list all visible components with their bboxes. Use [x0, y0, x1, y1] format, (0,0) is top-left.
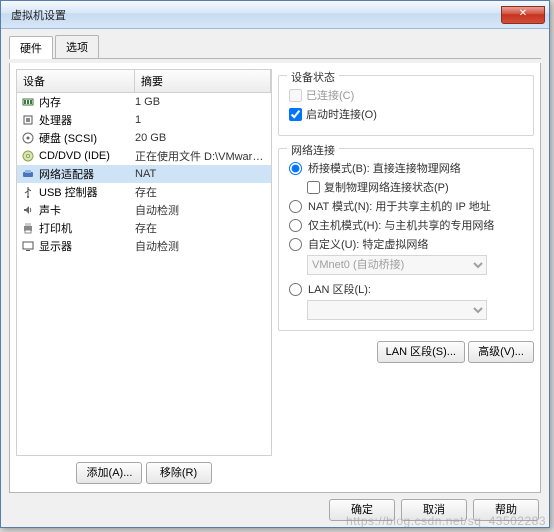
group-network-connection: 网络连接 桥接模式(B): 直接连接物理网络 复制物理网络连接状态(P) NAT… — [278, 148, 534, 331]
display-icon — [21, 239, 35, 253]
radio-custom-line[interactable]: 自定义(U): 特定虚拟网络 — [289, 236, 523, 252]
radio-bridged-label: 桥接模式(B): 直接连接物理网络 — [308, 160, 461, 176]
device-name: 硬盘 (SCSI) — [39, 130, 135, 146]
device-list-container: 设备 摘要 内存1 GB处理器1硬盘 (SCSI)20 GBCD/DVD (ID… — [16, 69, 272, 486]
device-summary: 1 — [135, 114, 267, 126]
checkbox-replicate-line[interactable]: 复制物理网络连接状态(P) — [307, 179, 523, 195]
radio-hostonly-label: 仅主机模式(H): 与主机共享的专用网络 — [308, 217, 494, 233]
disk-icon — [21, 131, 35, 145]
network-legend: 网络连接 — [287, 142, 339, 158]
cd-icon — [21, 149, 35, 163]
device-row-2[interactable]: 硬盘 (SCSI)20 GB — [17, 129, 271, 147]
device-name: 显示器 — [39, 238, 135, 254]
radio-bridged[interactable] — [289, 162, 302, 175]
device-summary: 自动检测 — [135, 202, 267, 218]
device-row-5[interactable]: USB 控制器存在 — [17, 183, 271, 201]
device-name: 内存 — [39, 94, 135, 110]
col-summary[interactable]: 摘要 — [135, 70, 271, 92]
device-name: 打印机 — [39, 220, 135, 236]
device-row-3[interactable]: CD/DVD (IDE)正在使用文件 D:\VMwareCent... — [17, 147, 271, 165]
device-name: 网络适配器 — [39, 166, 135, 182]
net-icon — [21, 167, 35, 181]
usb-icon — [21, 185, 35, 199]
status-legend: 设备状态 — [287, 69, 339, 85]
tab-options[interactable]: 选项 — [55, 35, 99, 58]
device-list[interactable]: 内存1 GB处理器1硬盘 (SCSI)20 GBCD/DVD (IDE)正在使用… — [16, 93, 272, 456]
device-row-8[interactable]: 显示器自动检测 — [17, 237, 271, 255]
printer-icon — [21, 221, 35, 235]
radio-nat-line[interactable]: NAT 模式(N): 用于共享主机的 IP 地址 — [289, 198, 523, 214]
device-summary: 存在 — [135, 220, 267, 236]
sound-icon — [21, 203, 35, 217]
group-device-status: 设备状态 已连接(C) 启动时连接(O) — [278, 75, 534, 136]
radio-lan-label: LAN 区段(L): — [308, 281, 371, 297]
device-summary: 1 GB — [135, 96, 267, 108]
content-area: 硬件 选项 设备 摘要 内存1 GB处理器1硬盘 (SCSI)20 GBCD/D… — [1, 29, 549, 527]
hardware-panel: 设备 摘要 内存1 GB处理器1硬盘 (SCSI)20 GBCD/DVD (ID… — [9, 63, 541, 493]
help-button[interactable]: 帮助 — [473, 499, 539, 521]
device-row-6[interactable]: 声卡自动检测 — [17, 201, 271, 219]
device-row-4[interactable]: 网络适配器NAT — [17, 165, 271, 183]
radio-lan[interactable] — [289, 283, 302, 296]
checkbox-connected[interactable] — [289, 89, 302, 102]
radio-lan-line[interactable]: LAN 区段(L): — [289, 281, 523, 297]
device-name: USB 控制器 — [39, 184, 135, 200]
checkbox-connected-line[interactable]: 已连接(C) — [289, 87, 523, 103]
dialog-window: 虚拟机设置 ✕ 硬件 选项 设备 摘要 内存1 GB处理器1硬盘 (SCSI)2… — [0, 0, 550, 528]
checkbox-connected-label: 已连接(C) — [306, 87, 354, 103]
device-summary: NAT — [135, 168, 267, 180]
cpu-icon — [21, 113, 35, 127]
device-name: 声卡 — [39, 202, 135, 218]
device-summary: 存在 — [135, 184, 267, 200]
radio-hostonly[interactable] — [289, 219, 302, 232]
radio-hostonly-line[interactable]: 仅主机模式(H): 与主机共享的专用网络 — [289, 217, 523, 233]
titlebar[interactable]: 虚拟机设置 ✕ — [1, 1, 549, 29]
checkbox-replicate[interactable] — [307, 181, 320, 194]
tab-strip: 硬件 选项 — [9, 35, 541, 59]
radio-bridged-line[interactable]: 桥接模式(B): 直接连接物理网络 — [289, 160, 523, 176]
radio-nat[interactable] — [289, 200, 302, 213]
remove-button[interactable]: 移除(R) — [146, 462, 212, 484]
checkbox-connect-on-start[interactable] — [289, 108, 302, 121]
radio-custom-label: 自定义(U): 特定虚拟网络 — [308, 236, 428, 252]
checkbox-connect-on-start-line[interactable]: 启动时连接(O) — [289, 106, 523, 122]
col-device[interactable]: 设备 — [17, 70, 135, 92]
device-summary: 正在使用文件 D:\VMwareCent... — [135, 148, 267, 164]
device-name: 处理器 — [39, 112, 135, 128]
settings-pane: 设备状态 已连接(C) 启动时连接(O) 网络连接 桥接模式(B): 直接连接物 — [278, 69, 534, 486]
lan-segment-combo[interactable] — [307, 300, 487, 320]
custom-network-combo[interactable]: VMnet0 (自动桥接) — [307, 255, 487, 275]
list-header: 设备 摘要 — [16, 69, 272, 93]
right-button-row: LAN 区段(S)... 高级(V)... — [278, 337, 534, 363]
close-button[interactable]: ✕ — [501, 6, 545, 24]
radio-nat-label: NAT 模式(N): 用于共享主机的 IP 地址 — [308, 198, 491, 214]
window-title: 虚拟机设置 — [5, 7, 501, 23]
radio-custom[interactable] — [289, 238, 302, 251]
device-name: CD/DVD (IDE) — [39, 150, 135, 162]
checkbox-connect-on-start-label: 启动时连接(O) — [306, 106, 377, 122]
add-button[interactable]: 添加(A)... — [76, 462, 142, 484]
dialog-button-row: 确定 取消 帮助 — [9, 493, 541, 523]
device-summary: 自动检测 — [135, 238, 267, 254]
memory-icon — [21, 95, 35, 109]
device-row-7[interactable]: 打印机存在 — [17, 219, 271, 237]
device-row-1[interactable]: 处理器1 — [17, 111, 271, 129]
ok-button[interactable]: 确定 — [329, 499, 395, 521]
tab-hardware[interactable]: 硬件 — [9, 36, 53, 59]
device-row-0[interactable]: 内存1 GB — [17, 93, 271, 111]
cancel-button[interactable]: 取消 — [401, 499, 467, 521]
left-button-row: 添加(A)... 移除(R) — [16, 456, 272, 486]
device-summary: 20 GB — [135, 132, 267, 144]
checkbox-replicate-label: 复制物理网络连接状态(P) — [324, 179, 449, 195]
lan-segments-button[interactable]: LAN 区段(S)... — [377, 341, 465, 363]
advanced-button[interactable]: 高级(V)... — [468, 341, 534, 363]
